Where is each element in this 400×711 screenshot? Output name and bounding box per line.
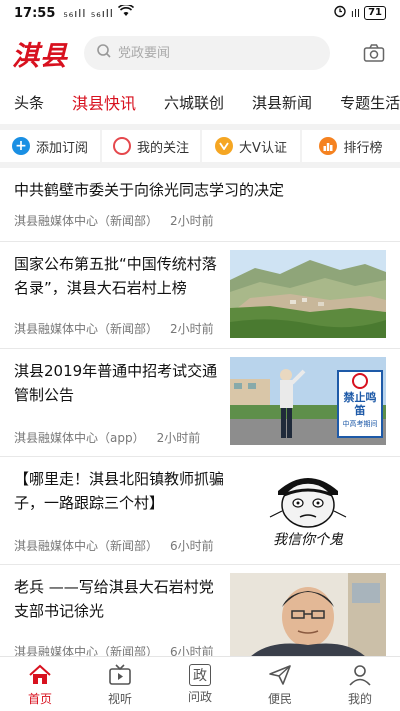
battery-icon: 71 [364, 6, 386, 20]
wifi-icon [117, 3, 134, 21]
tab-headlines[interactable]: 头条 [14, 92, 44, 113]
home-icon [27, 662, 53, 688]
government-glyph: 政 [193, 667, 207, 684]
quick-action-label: 大V认证 [239, 140, 287, 156]
add-subscription-button[interactable]: + 添加订阅 [0, 130, 100, 162]
verified-icon [215, 137, 234, 155]
search-box[interactable] [84, 36, 330, 70]
news-thumbnail: 我信你个鬼 [230, 465, 386, 553]
plus-icon: + [11, 137, 30, 155]
tv-icon [107, 662, 133, 688]
news-item[interactable]: 老兵 ——写给淇县大石岩村党支部书记徐光 淇县融媒体中心（新闻部） 6小时前 [0, 565, 400, 656]
news-thumbnail [230, 573, 386, 656]
alarm-icon [333, 4, 347, 22]
news-title: 【哪里走！淇县北阳镇教师抓骗子，一路跟踪三个村】 [14, 470, 225, 512]
camera-icon[interactable] [360, 39, 388, 67]
tab-six-city[interactable]: 六城联创 [164, 92, 224, 113]
news-source: 淇县融媒体中心（新闻部） [14, 539, 159, 553]
news-time: 2小时前 [156, 431, 201, 445]
circle-icon [112, 137, 131, 155]
verified-button[interactable]: 大V认证 [202, 130, 300, 162]
news-time: 6小时前 [170, 645, 214, 656]
news-title: 国家公布第五批“中国传统村落名录”，淇县大石岩村上榜 [14, 255, 217, 297]
quick-actions-bar: + 添加订阅 我的关注 大V认证 排行榜 [0, 124, 400, 168]
ranking-button[interactable]: 排行榜 [302, 130, 400, 162]
news-item[interactable]: 国家公布第五批“中国传统村落名录”，淇县大石岩村上榜 淇县融媒体中心（新闻部） … [0, 242, 400, 349]
news-source: 淇县融媒体中心（新闻部） [14, 214, 159, 228]
government-icon: 政 [189, 663, 211, 686]
nav-video[interactable]: 视听 [80, 657, 160, 711]
tab-qixian-express[interactable]: 淇县快讯 [72, 90, 136, 114]
status-bar: 17:55 ₅₆ıll ₅₆ıll ıll 71 [0, 0, 400, 26]
quick-action-label: 添加订阅 [35, 140, 88, 156]
app-logo[interactable]: 淇县 [12, 34, 68, 73]
sign-text: 禁止鸣笛 [343, 391, 377, 417]
search-icon [96, 43, 112, 63]
news-time: 2小时前 [170, 322, 214, 336]
my-follows-button[interactable]: 我的关注 [102, 130, 200, 162]
nav-label: 首页 [27, 691, 52, 706]
news-source: 淇县融媒体中心（新闻部） [14, 645, 159, 656]
news-feed[interactable]: 中共鹤壁市委关于向徐光同志学习的决定 淇县融媒体中心（新闻部） 2小时前 国家公… [0, 170, 400, 656]
nav-service[interactable]: 便民 [240, 657, 320, 711]
nav-politics[interactable]: 政 问政 [160, 657, 240, 711]
news-title: 中共鹤壁市委关于向徐光同志学习的决定 [14, 181, 285, 199]
status-time: 17:55 [14, 5, 56, 21]
signal-icon: ₅₆ıll ₅₆ıll [63, 6, 114, 20]
quick-action-label: 我的关注 [136, 140, 189, 156]
user-icon [347, 662, 373, 688]
signal-icon-2: ıll [350, 6, 361, 20]
news-time: 2小时前 [170, 214, 214, 228]
meme-caption: 我信你个鬼 [273, 532, 343, 548]
news-source: 淇县融媒体中心（app） [14, 431, 145, 445]
news-item[interactable]: 【哪里走！淇县北阳镇教师抓骗子，一路跟踪三个村】 淇县融媒体中心（新闻部） 6小… [0, 457, 400, 565]
news-title: 老兵 ——写给淇县大石岩村党支部书记徐光 [14, 578, 214, 620]
nav-home[interactable]: 首页 [0, 657, 80, 711]
bottom-nav: 首页 视听 政 问政 便民 我的 [0, 656, 400, 711]
nav-profile[interactable]: 我的 [320, 657, 400, 711]
nav-label: 问政 [187, 689, 212, 704]
news-item[interactable]: 中共鹤壁市委关于向徐光同志学习的决定 淇县融媒体中心（新闻部） 2小时前 [0, 170, 400, 242]
tab-special-life[interactable]: 专题生活 [340, 92, 400, 113]
nav-label: 便民 [267, 691, 292, 706]
news-source: 淇县融媒体中心（新闻部） [14, 322, 159, 336]
channel-tabs: 头条 淇县快讯 六城联创 淇县新闻 专题生活 [0, 84, 400, 120]
nav-label: 我的 [347, 691, 372, 706]
app-header: 淇县 [0, 30, 400, 76]
sign-subtext: 中高考期间 [342, 420, 378, 428]
news-thumbnail: 禁止鸣笛 中高考期间 [230, 357, 386, 445]
search-input[interactable] [118, 45, 298, 61]
news-thumbnail [230, 250, 386, 338]
news-title: 淇县2019年普通中招考试交通管制公告 [14, 362, 218, 404]
quick-action-label: 排行榜 [343, 140, 383, 156]
ranking-icon [319, 137, 338, 155]
tab-qixian-news[interactable]: 淇县新闻 [252, 92, 312, 113]
send-icon [267, 662, 293, 688]
nav-label: 视听 [107, 691, 132, 706]
news-time: 6小时前 [170, 539, 214, 553]
news-item[interactable]: 淇县2019年普通中招考试交通管制公告 淇县融媒体中心（app） 2小时前 禁止… [0, 349, 400, 457]
